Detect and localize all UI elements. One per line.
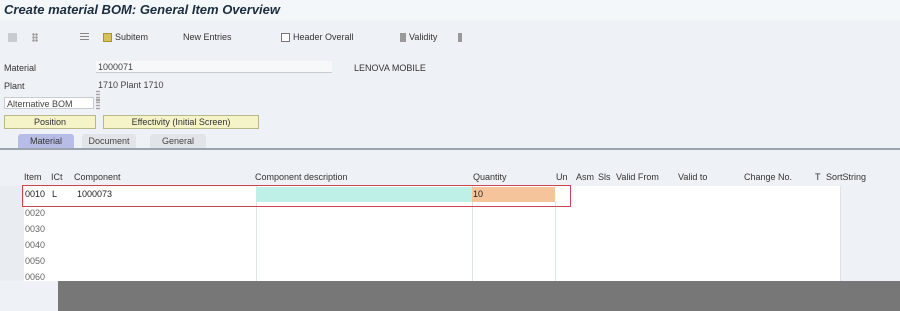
plant-label: Plant (4, 81, 25, 91)
material-label: Material (4, 63, 37, 73)
item-cell[interactable]: 0020 (24, 206, 51, 221)
col-divider (840, 186, 841, 281)
col-sortstring[interactable]: SortString (826, 172, 866, 182)
material-description: LENOVA MOBILE (354, 63, 426, 73)
item-cell[interactable]: 0030 (24, 222, 51, 237)
alt-bom-label: Alternative BOM (4, 97, 94, 109)
new-entries-button[interactable]: New Entries (183, 30, 232, 44)
item-cell[interactable]: 0040 (24, 238, 51, 253)
col-valid-from[interactable]: Valid From (616, 172, 659, 182)
table-row[interactable]: 0020 (24, 206, 840, 221)
col-t[interactable]: T (815, 172, 821, 182)
alt-bom-field[interactable] (96, 98, 100, 110)
table-row[interactable]: 0050 (24, 254, 840, 269)
item-cell[interactable]: 0060 (24, 270, 51, 285)
col-un[interactable]: Un (556, 172, 568, 182)
validity-icon (400, 32, 406, 42)
subitem-button[interactable]: Subitem (103, 30, 148, 44)
col-valid-to[interactable]: Valid to (678, 172, 707, 182)
application-toolbar: Subitem New Entries Header Overall Valid… (0, 26, 900, 311)
col-component[interactable]: Component (74, 172, 121, 182)
col-quantity[interactable]: Quantity (473, 172, 507, 182)
validity-button[interactable]: Validity (400, 30, 437, 44)
table-row[interactable]: 0040 (24, 238, 840, 253)
menu-grip-icon[interactable] (32, 30, 38, 44)
selected-row-highlight (22, 185, 571, 207)
tab-general[interactable]: General (150, 134, 206, 148)
col-ict[interactable]: ICt (51, 172, 63, 182)
table-row[interactable]: 0060 (24, 270, 840, 285)
material-field[interactable]: 1000071 (96, 61, 332, 73)
tab-document[interactable]: Document (82, 134, 136, 148)
row-selector-column[interactable] (0, 186, 24, 281)
plant-field[interactable]: 1710 Plant 1710 (96, 79, 186, 91)
col-description[interactable]: Component description (255, 172, 348, 182)
list-icon[interactable] (80, 30, 89, 44)
subitem-icon (103, 32, 112, 42)
header-icon (281, 32, 290, 42)
col-change-no[interactable]: Change No. (744, 172, 792, 182)
header-overall-button[interactable]: Header Overall (281, 30, 354, 44)
back-icon[interactable] (8, 30, 17, 44)
effectivity-button[interactable]: Effectivity (Initial Screen) (103, 115, 259, 129)
table-row[interactable]: 0030 (24, 222, 840, 237)
item-cell[interactable]: 0050 (24, 254, 51, 269)
more-icon[interactable] (458, 30, 462, 44)
col-sls[interactable]: Sls (598, 172, 611, 182)
col-item[interactable]: Item (24, 172, 42, 182)
tab-material[interactable]: Material (18, 134, 74, 148)
position-button[interactable]: Position (4, 115, 96, 129)
col-asm[interactable]: Asm (576, 172, 594, 182)
window-title: Create material BOM: General Item Overvi… (4, 2, 281, 17)
title-bar: Create material BOM: General Item Overvi… (0, 0, 900, 20)
item-grid: Item ICt Component Component description… (0, 150, 900, 282)
